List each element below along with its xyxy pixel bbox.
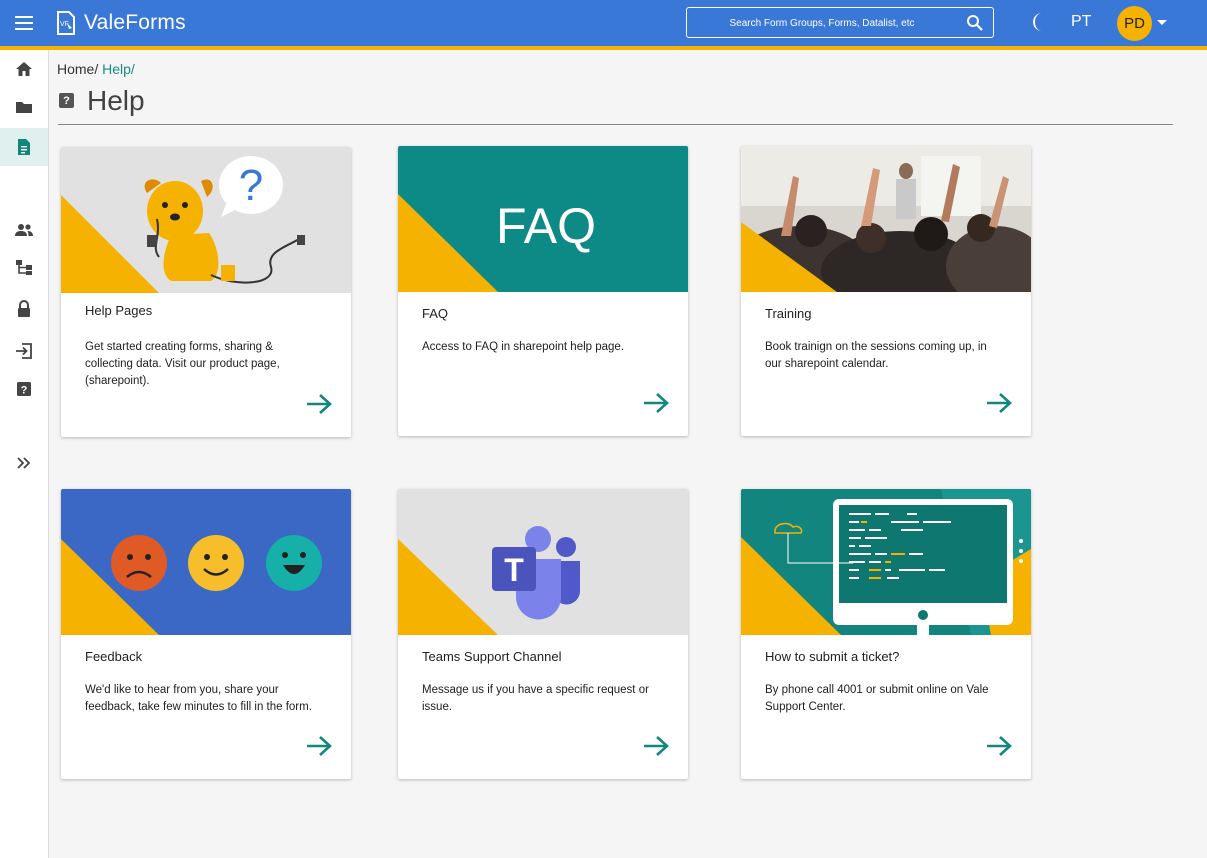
neutral-happy-face-icon[interactable] [188,535,244,591]
top-app-bar: VF ValeForms PT PD [0,0,1207,46]
teams-logo: T [398,489,688,635]
sidebar-expand-button[interactable] [0,444,48,482]
arrow-right-icon[interactable] [305,393,333,415]
sad-face-icon[interactable] [111,535,167,591]
sidebar-item-security[interactable] [0,290,48,328]
arrow-right-icon[interactable] [985,392,1013,414]
arrow-right-icon[interactable] [985,735,1013,757]
home-icon [16,62,32,76]
very-happy-face-icon[interactable] [266,535,322,591]
sidebar-item-hierarchy[interactable] [0,248,48,286]
emoji-faces [61,489,351,635]
global-search [686,7,994,38]
card-help-pages[interactable]: ? Help Pages Get started creating forms,… [61,147,351,437]
card-description: Get started creating forms, sharing & co… [85,341,280,387]
sidebar-item-home[interactable] [0,50,48,88]
breadcrumb-current[interactable]: Help/ [102,61,135,77]
sidebar-item-folders[interactable] [0,88,48,126]
people-icon [15,224,33,236]
card-title: Training [765,306,812,321]
monitor-code-illustration [741,489,1031,635]
sidebar-item-logout[interactable] [0,332,48,370]
app-title[interactable]: ValeForms [84,11,186,35]
user-avatar[interactable]: PD [1117,6,1152,41]
title-divider [58,124,1173,125]
card-title: How to submit a ticket? [765,649,900,664]
sidebar: ? [0,50,49,858]
folder-icon [16,102,32,113]
topbar-accent-stripe [0,46,1207,50]
arrow-right-icon[interactable] [642,392,670,414]
card-teams-support[interactable]: T Teams Support Channel Message us if yo… [398,489,688,779]
svg-text:?: ? [21,385,28,397]
card-title: Teams Support Channel [422,649,562,664]
dark-mode-moon-icon[interactable] [1030,12,1048,32]
chevron-down-icon[interactable] [1157,20,1167,25]
valeforms-logo-icon[interactable]: VF [56,11,76,35]
dog-plug-illustration: ? [61,147,351,293]
page-title: Help [87,85,145,116]
card-description: Book trainign on the sessions coming up,… [765,341,987,370]
card-description: Message us if you have a specific reques… [422,684,649,713]
help-icon: ? [17,382,31,397]
sidebar-item-help[interactable]: ? [0,370,48,408]
logout-icon [16,343,32,359]
teams-logo-letter: T [504,552,524,588]
faq-banner: FAQ [398,146,688,292]
card-description: Access to FAQ in sharepoint help page. [422,341,625,353]
sidebar-item-forms[interactable] [0,128,48,166]
document-icon [18,139,30,155]
sidebar-item-users[interactable] [0,211,48,249]
card-title: Help Pages [85,303,153,318]
audience-raising-hands-photo [741,146,1031,292]
arrow-right-icon[interactable] [305,735,333,757]
faq-banner-text: FAQ [496,198,596,254]
card-description: We'd like to hear from you, share your f… [85,684,312,713]
card-feedback[interactable]: Feedback We'd like to hear from you, sha… [61,489,351,779]
card-submit-ticket[interactable]: How to submit a ticket? By phone call 40… [741,489,1031,779]
search-input[interactable] [697,12,947,34]
expand-icon [17,457,31,469]
hierarchy-icon [16,260,32,275]
card-description: By phone call 4001 or submit online on V… [765,684,989,713]
arrow-right-icon[interactable] [642,735,670,757]
card-title: Feedback [85,649,143,664]
search-icon[interactable] [966,14,984,32]
card-training[interactable]: Training Book trainign on the sessions c… [741,146,1031,436]
card-title: FAQ [422,306,449,321]
svg-text:?: ? [239,161,263,210]
language-toggle[interactable]: PT [1071,13,1091,31]
hamburger-menu-icon[interactable] [10,9,38,37]
lock-icon [18,300,30,317]
card-faq[interactable]: FAQ FAQ Access to FAQ in sharepoint help… [398,146,688,436]
breadcrumb-home[interactable]: Home/ [57,61,98,77]
breadcrumb: Home/ Help/ [57,61,135,77]
help-icon: ? [59,93,74,108]
